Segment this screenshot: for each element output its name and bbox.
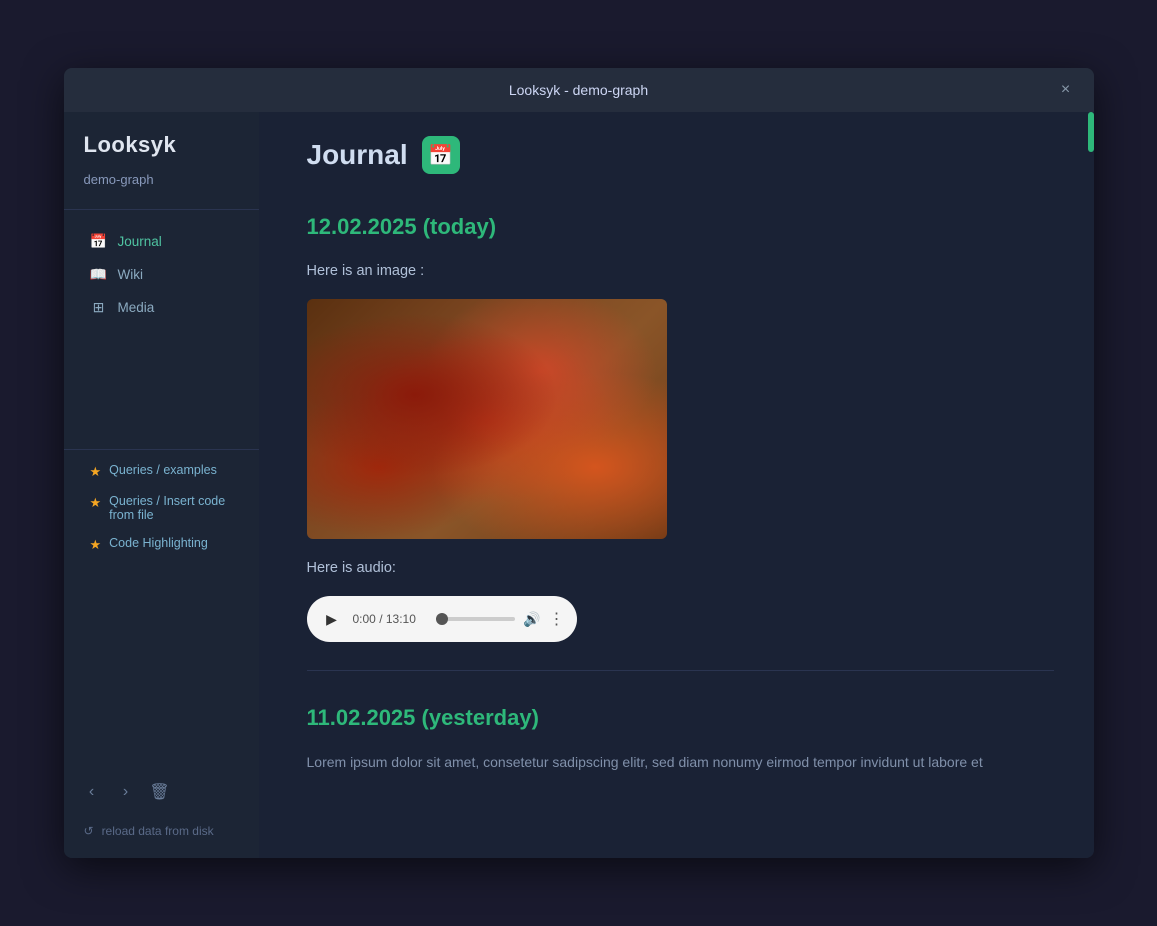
starred-label-2: Queries / Insert code from file xyxy=(109,494,232,522)
star-icon-3: ★ xyxy=(90,537,102,553)
time-sep: / xyxy=(379,612,386,626)
image-label: Here is an image : xyxy=(307,260,1054,283)
audio-label: Here is audio: xyxy=(307,557,1054,580)
audio-time: 0:00 / 13:10 xyxy=(353,612,428,626)
wiki-icon: 📖 xyxy=(90,265,108,283)
reload-label: reload data from disk xyxy=(102,824,214,838)
calendar-icon-badge[interactable]: 📅 xyxy=(422,136,460,174)
workspace-label: demo-graph xyxy=(64,168,259,203)
star-icon-1: ★ xyxy=(90,464,102,480)
main-content: « Journal 📅 12.02.2025 (today) Here is a… xyxy=(259,112,1094,858)
sidebar-nav: 📅 Journal 📖 Wiki ⊞ Media xyxy=(64,216,259,443)
duration: 13:10 xyxy=(386,612,416,626)
pizza-img-visual xyxy=(307,299,667,539)
journal-icon: 📅 xyxy=(90,232,108,250)
media-icon: ⊞ xyxy=(90,298,108,316)
sidebar-item-journal[interactable]: 📅 Journal xyxy=(70,225,253,257)
reload-button[interactable]: ↺ reload data from disk xyxy=(64,814,259,848)
lorem-text: Lorem ipsum dolor sit amet, consetetur s… xyxy=(307,751,1054,775)
audio-menu-icon[interactable]: ⋮ xyxy=(549,609,565,629)
sidebar-item-media-label: Media xyxy=(118,300,155,315)
sidebar-divider-1 xyxy=(64,209,259,210)
starred-label-1: Queries / examples xyxy=(109,463,217,477)
close-button[interactable]: × xyxy=(1052,76,1080,104)
date-heading-yesterday: 11.02.2025 (yesterday) xyxy=(307,695,1054,731)
app-logo: Looksyk xyxy=(64,112,259,168)
window-title: Looksyk - demo-graph xyxy=(509,82,648,98)
audio-play-button[interactable]: ▶ xyxy=(319,606,345,632)
forward-button[interactable]: › xyxy=(112,778,140,806)
starred-label-3: Code Highlighting xyxy=(109,536,208,550)
scrollbar-indicator xyxy=(1088,112,1094,152)
audio-player: ▶ 0:00 / 13:10 🔊 ⋮ xyxy=(307,596,577,642)
sidebar-item-media[interactable]: ⊞ Media xyxy=(70,291,253,323)
page-header: Journal 📅 xyxy=(307,136,1054,174)
sidebar: Looksyk demo-graph 📅 Journal 📖 Wiki ⊞ Me… xyxy=(64,112,259,858)
titlebar: Looksyk - demo-graph × xyxy=(64,68,1094,112)
audio-thumb xyxy=(436,613,448,625)
sidebar-item-wiki[interactable]: 📖 Wiki xyxy=(70,258,253,290)
reload-icon: ↺ xyxy=(84,824,94,838)
starred-queries-insert[interactable]: ★ Queries / Insert code from file xyxy=(70,488,253,528)
current-time: 0:00 xyxy=(353,612,376,626)
delete-button[interactable]: 🗑 xyxy=(146,778,174,806)
star-icon-2: ★ xyxy=(90,495,102,511)
starred-queries-examples[interactable]: ★ Queries / examples xyxy=(70,457,253,486)
volume-icon[interactable]: 🔊 xyxy=(523,611,540,628)
starred-code-highlighting[interactable]: ★ Code Highlighting xyxy=(70,530,253,559)
content-area[interactable]: Journal 📅 12.02.2025 (today) Here is an … xyxy=(259,112,1094,858)
page-title: Journal xyxy=(307,139,408,171)
app-window: Looksyk - demo-graph × Looksyk demo-grap… xyxy=(64,68,1094,858)
back-button[interactable]: ‹ xyxy=(78,778,106,806)
app-body: Looksyk demo-graph 📅 Journal 📖 Wiki ⊞ Me… xyxy=(64,112,1094,858)
audio-progress-bar[interactable] xyxy=(436,617,516,621)
nav-actions: ‹ › 🗑 xyxy=(64,770,259,814)
date-heading-today: 12.02.2025 (today) xyxy=(307,204,1054,240)
sidebar-divider-2 xyxy=(64,449,259,450)
pizza-image xyxy=(307,299,667,539)
section-divider xyxy=(307,670,1054,671)
sidebar-item-wiki-label: Wiki xyxy=(118,267,144,282)
sidebar-item-journal-label: Journal xyxy=(118,234,162,249)
calendar-icon: 📅 xyxy=(428,143,453,168)
